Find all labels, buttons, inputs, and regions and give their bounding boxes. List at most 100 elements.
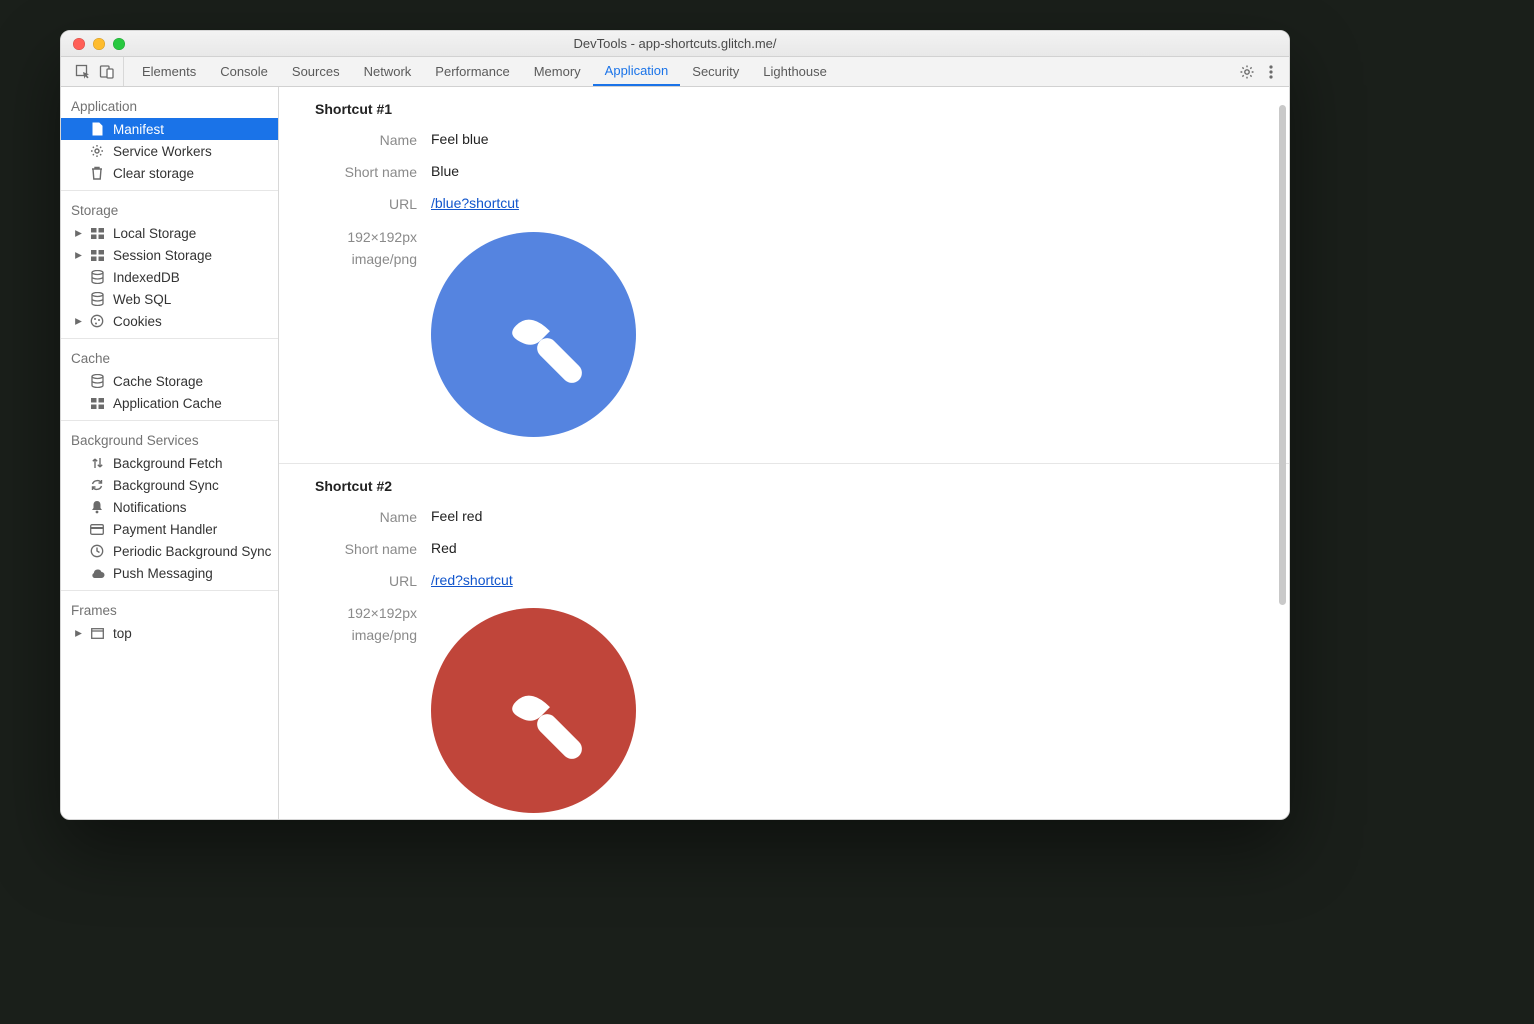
maximize-window-button[interactable] [113,38,125,50]
tab-memory[interactable]: Memory [522,57,593,86]
shortcut-url-link[interactable]: /red?shortcut [431,572,513,588]
sidebar-item-push-messaging[interactable]: Push Messaging [61,562,278,584]
sidebar-item-label: Push Messaging [113,566,213,581]
sidebar-group-frames: Frames [61,597,278,622]
sidebar-item-label: Background Sync [113,478,219,493]
sidebar-group-cache: Cache [61,345,278,370]
tab-security[interactable]: Security [680,57,751,86]
sidebar-item-indexeddb[interactable]: IndexedDB [61,266,278,288]
sidebar-item-background-fetch[interactable]: Background Fetch [61,452,278,474]
sidebar-item-local-storage[interactable]: ▸ Local Storage [61,222,278,244]
sidebar-item-cache-storage[interactable]: Cache Storage [61,370,278,392]
field-value-short-name: Red [431,540,457,556]
device-toolbar-icon[interactable] [99,64,115,80]
shortcut-icon-preview [431,232,636,437]
shortcut-heading: Shortcut #2 [315,478,1269,494]
sidebar-item-application-cache[interactable]: Application Cache [61,392,278,414]
grid-icon [89,250,105,261]
cloud-icon [89,568,105,579]
application-sidebar: Application Manifest Service Workers Clear … [61,87,279,819]
frame-icon [89,628,105,639]
sidebar-item-web-sql[interactable]: Web SQL [61,288,278,310]
sidebar-item-label: Periodic Background Sync [113,544,271,559]
tab-application[interactable]: Application [593,57,681,86]
sync-icon [89,478,105,492]
sidebar-item-label: Web SQL [113,292,171,307]
shortcut-url-link[interactable]: /blue?shortcut [431,195,519,211]
shortcut-icon-preview [431,608,636,813]
sidebar-item-manifest[interactable]: Manifest [61,118,278,140]
more-menu-icon[interactable] [1269,64,1273,80]
tab-network[interactable]: Network [352,57,424,86]
tab-elements[interactable]: Elements [130,57,208,86]
gear-icon [89,144,105,158]
sidebar-item-label: Notifications [113,500,187,515]
bell-icon [89,500,105,514]
manifest-content: Shortcut #1 Name Feel blue Short name Bl… [279,87,1289,819]
sidebar-item-top[interactable]: ▸ top [61,622,278,644]
field-value-name: Feel red [431,508,482,524]
database-icon [89,374,105,388]
expand-triangle-icon[interactable]: ▸ [74,625,83,641]
minimize-window-button[interactable] [93,38,105,50]
shortcut-2: Shortcut #2 Name Feel red Short name Red… [279,464,1289,819]
field-label-url: URL [311,572,431,590]
field-label-short-name: Short name [311,540,431,558]
sidebar-item-session-storage[interactable]: ▸ Session Storage [61,244,278,266]
sidebar-item-label: Session Storage [113,248,212,263]
field-label-url: URL [311,195,431,213]
sidebar-item-notifications[interactable]: Notifications [61,496,278,518]
sidebar-group-application: Application [61,93,278,118]
field-label-name: Name [311,131,431,149]
main-tabstrip: ElementsConsoleSourcesNetworkPerformance… [61,57,1289,87]
sidebar-item-cookies[interactable]: ▸ Cookies [61,310,278,332]
expand-triangle-icon[interactable]: ▸ [74,225,83,241]
sidebar-item-label: Cookies [113,314,162,329]
transfer-icon [89,456,105,470]
sidebar-item-label: top [113,626,132,641]
database-icon [89,292,105,306]
icon-dimensions: 192×192px [347,604,417,622]
sidebar-item-label: Local Storage [113,226,196,241]
settings-icon[interactable] [1239,64,1255,80]
field-value-short-name: Blue [431,163,459,179]
tab-sources[interactable]: Sources [280,57,352,86]
sidebar-item-label: Clear storage [113,166,194,181]
scrollbar-thumb[interactable] [1279,105,1286,605]
icon-mime: image/png [352,250,417,268]
window-controls [73,38,125,50]
field-value-name: Feel blue [431,131,489,147]
expand-triangle-icon[interactable]: ▸ [74,247,83,263]
cookie-icon [89,314,105,328]
titlebar: DevTools - app-shortcuts.glitch.me/ [61,31,1289,57]
tab-console[interactable]: Console [208,57,280,86]
sidebar-item-clear-storage[interactable]: Clear storage [61,162,278,184]
shortcut-1: Shortcut #1 Name Feel blue Short name Bl… [279,87,1289,464]
sidebar-group-background-services: Background Services [61,427,278,452]
grid-icon [89,228,105,239]
inspect-element-icon[interactable] [75,64,91,80]
icon-dimensions: 192×192px [347,228,417,246]
trash-icon [89,166,105,180]
sidebar-item-label: IndexedDB [113,270,180,285]
sidebar-item-background-sync[interactable]: Background Sync [61,474,278,496]
expand-triangle-icon[interactable]: ▸ [74,313,83,329]
sidebar-group-storage: Storage [61,197,278,222]
clock-icon [89,544,105,558]
sidebar-item-payment-handler[interactable]: Payment Handler [61,518,278,540]
close-window-button[interactable] [73,38,85,50]
sidebar-item-service-workers[interactable]: Service Workers [61,140,278,162]
sidebar-item-label: Application Cache [113,396,222,411]
devtools-window: DevTools - app-shortcuts.glitch.me/ Elem… [60,30,1290,820]
database-icon [89,270,105,284]
sidebar-item-label: Cache Storage [113,374,203,389]
tab-performance[interactable]: Performance [423,57,521,86]
file-icon [89,122,105,136]
window-title: DevTools - app-shortcuts.glitch.me/ [61,36,1289,51]
sidebar-item-periodic-background-sync[interactable]: Periodic Background Sync [61,540,278,562]
shortcut-heading: Shortcut #1 [315,101,1269,117]
field-label-name: Name [311,508,431,526]
sidebar-item-label: Payment Handler [113,522,217,537]
sidebar-item-label: Manifest [113,122,164,137]
tab-lighthouse[interactable]: Lighthouse [751,57,839,86]
